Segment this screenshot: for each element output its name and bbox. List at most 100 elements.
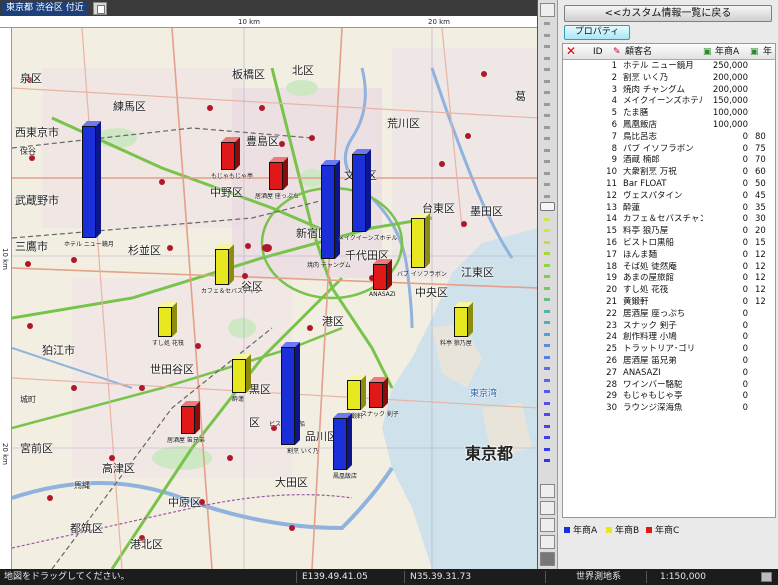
column-header-id[interactable]: ID — [593, 46, 603, 58]
delete-icon[interactable]: ✕ — [566, 45, 576, 57]
table-row[interactable]: 7 鳥比呂志 0 80 — [563, 131, 775, 144]
column-header-sales-b[interactable]: 年 — [763, 46, 772, 58]
zoom-level-tick[interactable] — [544, 125, 550, 129]
zoom-level-tick[interactable] — [544, 459, 550, 462]
zoom-level-tick[interactable] — [544, 344, 550, 347]
zoom-level-tick[interactable] — [544, 148, 550, 152]
zoom-level-tick[interactable] — [544, 22, 550, 25]
zoom-level-tick[interactable] — [544, 275, 550, 278]
grid-9-icon[interactable] — [540, 535, 555, 549]
layer-toggle-icon[interactable] — [540, 552, 555, 566]
map-bar-b[interactable] — [411, 213, 430, 268]
zoom-level-tick[interactable] — [544, 298, 550, 301]
map-bar-c[interactable] — [369, 377, 388, 408]
zoom-level-tick[interactable] — [544, 102, 550, 106]
properties-button[interactable]: プロパティ — [564, 25, 630, 40]
zoom-level-tick[interactable] — [544, 137, 550, 140]
table-row[interactable]: 4 メイクイーンズホテル 150,000 — [563, 96, 775, 109]
zoom-level-tick[interactable] — [544, 367, 550, 370]
map-bar-c[interactable] — [269, 157, 288, 190]
table-row[interactable]: 30 ラウンジ深海魚 0 — [563, 403, 775, 415]
table-row[interactable]: 27 ANASAZI 0 — [563, 367, 775, 380]
zoom-in-icon[interactable] — [540, 484, 555, 498]
zoom-level-tick[interactable] — [544, 79, 550, 83]
table-row[interactable]: 21 黄鍛軒 0 12 — [563, 297, 775, 309]
zoom-level-tick[interactable] — [544, 436, 550, 439]
map-bar-a[interactable] — [333, 413, 352, 470]
table-row[interactable]: 18 そば処 徒然庵 0 12 — [563, 261, 775, 274]
zoom-level-tick[interactable] — [544, 240, 550, 244]
table-row[interactable]: 25 トラットリア･ゴリ 0 — [563, 344, 775, 356]
table-row[interactable]: 22 居酒屋 座っぷち 0 — [563, 308, 775, 321]
zoom-level-tick[interactable] — [544, 91, 550, 94]
map-bar-a[interactable] — [321, 160, 340, 259]
column-header-sales-a[interactable]: 年商A — [715, 46, 739, 58]
zoom-level-tick[interactable] — [544, 332, 550, 336]
map-view[interactable]: 東京都 渋谷区 付近 10 km 20 km 10 km 20 km 板橋区 北… — [0, 0, 538, 569]
zoom-level-tick[interactable] — [544, 160, 550, 163]
map-location-tab[interactable]: 東京都 渋谷区 付近 — [2, 2, 88, 15]
table-row[interactable]: 19 あまの屋旅館 0 12 — [563, 273, 775, 286]
table-row[interactable]: 2 割烹 いく乃 200,000 — [563, 72, 775, 85]
map-bar-b[interactable] — [347, 375, 366, 410]
table-row[interactable]: 12 ヴェスパタイン 0 45 — [563, 190, 775, 203]
zoom-level-tick[interactable] — [544, 56, 550, 60]
table-row[interactable]: 20 すし処 花筏 0 12 — [563, 285, 775, 297]
table-row[interactable]: 6 鳳凰飯店 100,000 — [563, 120, 775, 132]
map-bar-c[interactable] — [181, 401, 200, 434]
page-icon[interactable] — [93, 2, 107, 15]
table-row[interactable]: 13 酔蓮 0 35 — [563, 202, 775, 215]
zoom-level-tick[interactable] — [544, 378, 550, 382]
map-bar-c[interactable] — [373, 259, 392, 290]
feed-icon[interactable] — [761, 572, 772, 582]
zoom-level-tick[interactable] — [544, 447, 550, 451]
zoom-level-tick[interactable] — [544, 194, 550, 198]
zoom-level-tick[interactable] — [544, 321, 550, 324]
table-row[interactable]: 29 もじゃもじゃ亭 0 — [563, 391, 775, 404]
zoom-level-tick[interactable] — [544, 68, 550, 71]
table-row[interactable]: 15 料亭 狼乃屋 0 20 — [563, 226, 775, 238]
map-bar-b[interactable] — [454, 302, 473, 337]
table-row[interactable]: 26 居酒屋 笛兄弟 0 — [563, 356, 775, 368]
zoom-level-tick[interactable] — [544, 413, 550, 416]
zoom-level-tick[interactable] — [544, 424, 550, 428]
map-bar-b[interactable] — [215, 244, 234, 285]
map-bar-c[interactable] — [221, 137, 240, 170]
scroll-up-button[interactable] — [540, 3, 555, 17]
table-row[interactable]: 16 ビストロ黒船 0 15 — [563, 238, 775, 250]
table-row[interactable]: 23 スナック 剣子 0 — [563, 320, 775, 333]
zoom-level-tick[interactable] — [544, 401, 550, 405]
back-to-list-button[interactable]: <<カスタム情報一覧に戻る — [564, 5, 772, 22]
zoom-level-tick[interactable] — [544, 229, 550, 232]
map-bar-a[interactable] — [352, 149, 371, 232]
table-row[interactable]: 5 たま膳 100,000 — [563, 108, 775, 120]
table-row[interactable]: 10 大衆割烹 万祝 0 60 — [563, 167, 775, 179]
table-row[interactable]: 17 ほんま麺 0 12 — [563, 249, 775, 262]
zoom-slider-handle[interactable] — [540, 202, 555, 211]
table-row[interactable]: 8 パブ イソフラボン 0 75 — [563, 143, 775, 156]
zoom-level-tick[interactable] — [544, 355, 550, 359]
zoom-level-tick[interactable] — [544, 390, 550, 393]
zoom-level-tick[interactable] — [544, 114, 550, 117]
zoom-level-tick[interactable] — [544, 217, 550, 221]
table-row[interactable]: 1 ホテル ニュー鏡月 250,000 — [563, 61, 775, 73]
table-row[interactable]: 14 カフェ＆セバスチャン 0 30 — [563, 214, 775, 227]
table-row[interactable]: 24 創作料理 小鳩 0 — [563, 332, 775, 345]
table-row[interactable]: 11 Bar FLOAT 0 50 — [563, 179, 775, 191]
zoom-level-tick[interactable] — [544, 33, 550, 37]
zoom-level-tick[interactable] — [544, 263, 550, 267]
zoom-level-tick[interactable] — [544, 286, 550, 290]
map-bar-b[interactable] — [158, 302, 177, 337]
map-bar-a[interactable] — [281, 342, 300, 445]
table-row[interactable]: 9 酒蔵 楠郎 0 70 — [563, 155, 775, 168]
map-bar-a[interactable] — [82, 121, 101, 238]
zoom-level-tick[interactable] — [544, 171, 550, 175]
grid-4-icon[interactable] — [540, 518, 555, 532]
column-header-name[interactable]: 顧客名 — [625, 46, 652, 58]
table-row[interactable]: 3 焼肉 チャングム 200,000 — [563, 84, 775, 97]
table-row[interactable]: 28 ワインバー駱駝 0 — [563, 379, 775, 392]
zoom-level-tick[interactable] — [544, 45, 550, 48]
zoom-level-tick[interactable] — [544, 183, 550, 186]
grid-2-icon[interactable] — [540, 501, 555, 515]
zoom-level-tick[interactable] — [544, 252, 550, 255]
